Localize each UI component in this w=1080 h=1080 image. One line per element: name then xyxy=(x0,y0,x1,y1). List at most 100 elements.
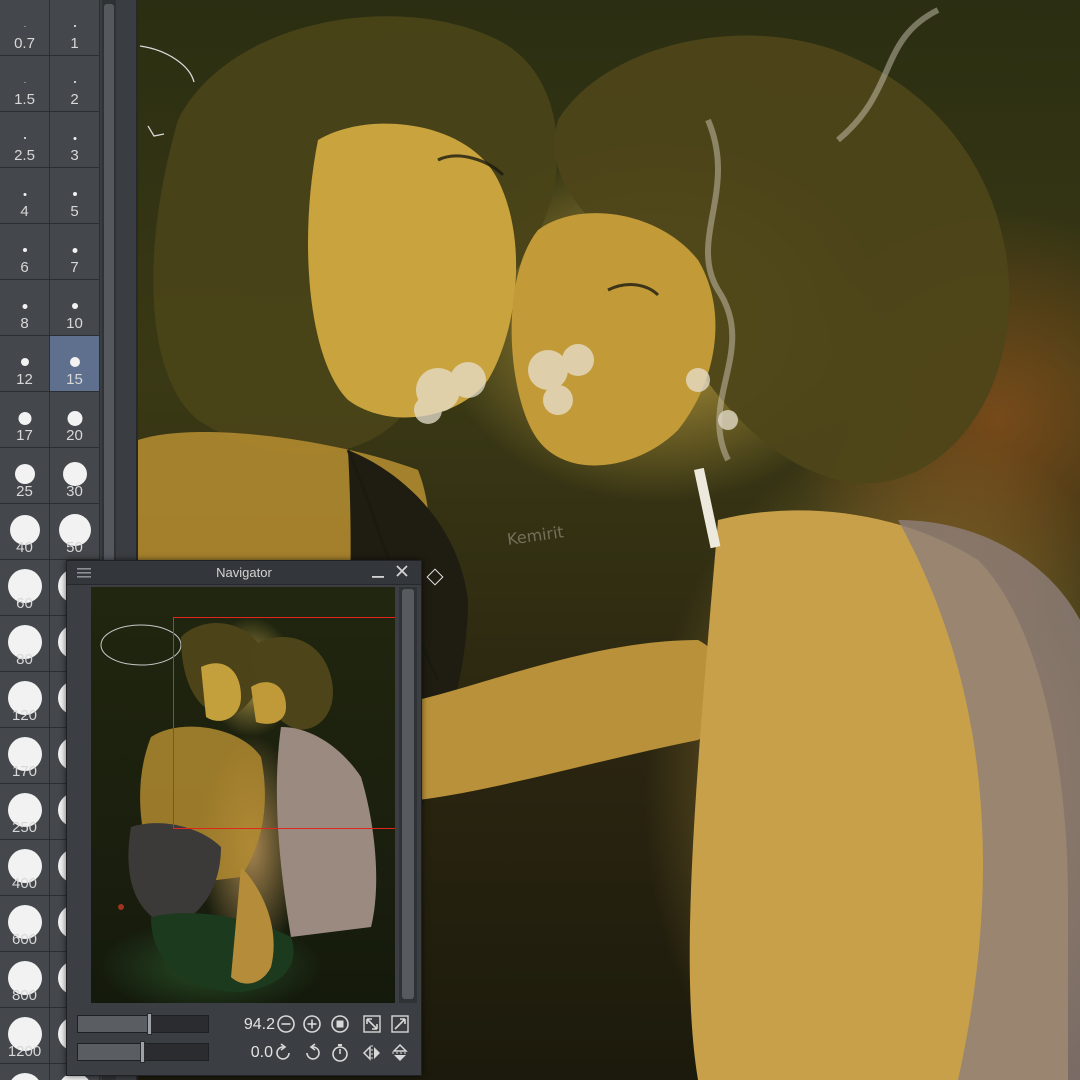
brush-size-label: 3 xyxy=(70,147,79,164)
rotate-left-icon[interactable] xyxy=(273,1042,295,1064)
brush-size-cell[interactable]: 15 xyxy=(50,336,100,392)
brush-size-label: 6 xyxy=(20,259,29,276)
brush-size-label: 60 xyxy=(16,595,33,612)
brush-size-cell[interactable]: 1.5 xyxy=(0,56,50,112)
plus-circle-icon[interactable] xyxy=(301,1013,323,1035)
brush-size-cell[interactable]: 10 xyxy=(50,280,100,336)
brush-size-cell[interactable]: 8 xyxy=(0,280,50,336)
brush-size-label: 8 xyxy=(20,315,29,332)
navigator-scrollbar[interactable] xyxy=(399,587,417,1003)
brush-tip-preview xyxy=(22,303,27,309)
brush-size-cell[interactable]: 1200 xyxy=(0,1008,50,1064)
brush-size-cell[interactable]: 1700 xyxy=(0,1064,50,1080)
brush-size-label: 25 xyxy=(16,483,33,500)
brush-tip-preview xyxy=(73,136,76,140)
brush-size-label: 800 xyxy=(11,987,38,1004)
brush-tip-preview xyxy=(20,358,29,366)
brush-size-cell[interactable]: 600 xyxy=(0,896,50,952)
navigator-preview[interactable] xyxy=(91,587,395,1003)
brush-size-cell[interactable]: 7 xyxy=(50,224,100,280)
flip-vertical-icon[interactable] xyxy=(389,1042,411,1064)
rotate-slider-fill xyxy=(78,1044,143,1060)
brush-size-label: 250 xyxy=(11,819,38,836)
navigator-scroll-thumb[interactable] xyxy=(402,589,414,999)
rotate-slider-knob[interactable] xyxy=(140,1041,145,1063)
brush-size-label: 50 xyxy=(66,539,83,556)
zoom-slider[interactable] xyxy=(77,1013,209,1035)
brush-size-cell[interactable]: 400 xyxy=(0,840,50,896)
rotate-slider[interactable] xyxy=(77,1041,209,1063)
zoom-slider-fill xyxy=(78,1016,150,1032)
brush-size-cell[interactable]: 120 xyxy=(0,672,50,728)
brush-size-cell[interactable]: 6 xyxy=(0,224,50,280)
brush-size-cell[interactable]: 170 xyxy=(0,728,50,784)
brush-tip-preview xyxy=(72,192,77,196)
brush-size-cell[interactable]: 2 xyxy=(50,56,100,112)
brush-size-label: 0.7 xyxy=(14,35,35,52)
brush-size-label: 1200 xyxy=(7,1043,42,1060)
zoom-slider-knob[interactable] xyxy=(146,1013,152,1035)
brush-size-label: 400 xyxy=(11,875,38,892)
brush-size-label: 10 xyxy=(66,315,83,332)
navigator-panel: Navigator 94.2 0.0 xyxy=(66,560,422,1076)
brush-size-cell[interactable]: 60 xyxy=(0,560,50,616)
expand-icon[interactable] xyxy=(361,1013,383,1035)
rotate-value[interactable]: 0.0 xyxy=(211,1044,273,1062)
flip-horizontal-icon[interactable] xyxy=(361,1042,383,1064)
brush-size-cell[interactable]: 800 xyxy=(0,952,50,1008)
brush-size-label: 12 xyxy=(16,371,33,388)
resize-icon[interactable] xyxy=(389,1013,411,1035)
zoom-value[interactable]: 94.2 xyxy=(213,1016,275,1034)
svg-text:Kemirit: Kemirit xyxy=(506,522,565,549)
rotate-right-icon[interactable] xyxy=(301,1042,323,1064)
navigator-title: Navigator xyxy=(216,565,272,580)
brush-size-cell[interactable]: 3 xyxy=(50,112,100,168)
brush-size-label: 30 xyxy=(66,483,83,500)
close-icon[interactable] xyxy=(395,562,411,580)
brush-tip-preview xyxy=(18,411,31,425)
brush-size-label: 170 xyxy=(11,763,38,780)
brush-size-label: 2 xyxy=(70,91,79,108)
brush-size-cell[interactable]: 2.5 xyxy=(0,112,50,168)
brush-tip-preview xyxy=(24,81,25,83)
brush-tip-preview xyxy=(24,25,25,27)
brush-tip-preview xyxy=(22,248,27,252)
brush-tip-preview xyxy=(23,137,26,139)
brush-size-label: 20 xyxy=(66,427,83,444)
brush-size-cell[interactable]: 1 xyxy=(50,0,100,56)
brush-size-label: 40 xyxy=(16,539,33,556)
brush-size-cell[interactable]: 20 xyxy=(50,392,100,448)
brush-size-cell[interactable]: 17 xyxy=(0,392,50,448)
brush-tip-preview xyxy=(73,25,76,27)
minus-circle-icon[interactable] xyxy=(275,1013,297,1035)
brush-size-label: 4 xyxy=(20,203,29,220)
brush-size-label: 15 xyxy=(66,371,83,388)
brush-size-cell[interactable]: 4 xyxy=(0,168,50,224)
brush-size-cell[interactable]: 250 xyxy=(0,784,50,840)
brush-tip-preview xyxy=(7,1073,42,1080)
brush-size-cell[interactable]: 0.7 xyxy=(0,0,50,56)
brush-size-cell[interactable]: 50 xyxy=(50,504,100,560)
navigator-viewport-frame[interactable] xyxy=(173,617,395,829)
brush-size-cell[interactable]: 30 xyxy=(50,448,100,504)
minimize-icon[interactable] xyxy=(371,563,387,581)
brush-tip-preview xyxy=(14,464,35,484)
brush-size-label: 5 xyxy=(70,203,79,220)
brush-size-label: 17 xyxy=(16,427,33,444)
reset-rotation-icon[interactable] xyxy=(329,1042,351,1064)
stop-circle-icon[interactable] xyxy=(329,1013,351,1035)
brush-size-cell[interactable]: 5 xyxy=(50,168,100,224)
brush-palette-scroll-thumb[interactable] xyxy=(104,4,114,604)
brush-size-cell[interactable]: 80 xyxy=(0,616,50,672)
brush-tip-preview xyxy=(71,303,78,309)
brush-size-cell[interactable]: 25 xyxy=(0,448,50,504)
brush-size-label: 120 xyxy=(11,707,38,724)
brush-size-label: 1 xyxy=(70,35,79,52)
brush-size-label: 600 xyxy=(11,931,38,948)
brush-size-cell[interactable]: 40 xyxy=(0,504,50,560)
navigator-titlebar[interactable]: Navigator xyxy=(67,561,421,585)
brush-size-label: 7 xyxy=(70,259,79,276)
brush-size-cell[interactable]: 12 xyxy=(0,336,50,392)
brush-tip-preview xyxy=(69,357,80,367)
brush-size-label: 80 xyxy=(16,651,33,668)
